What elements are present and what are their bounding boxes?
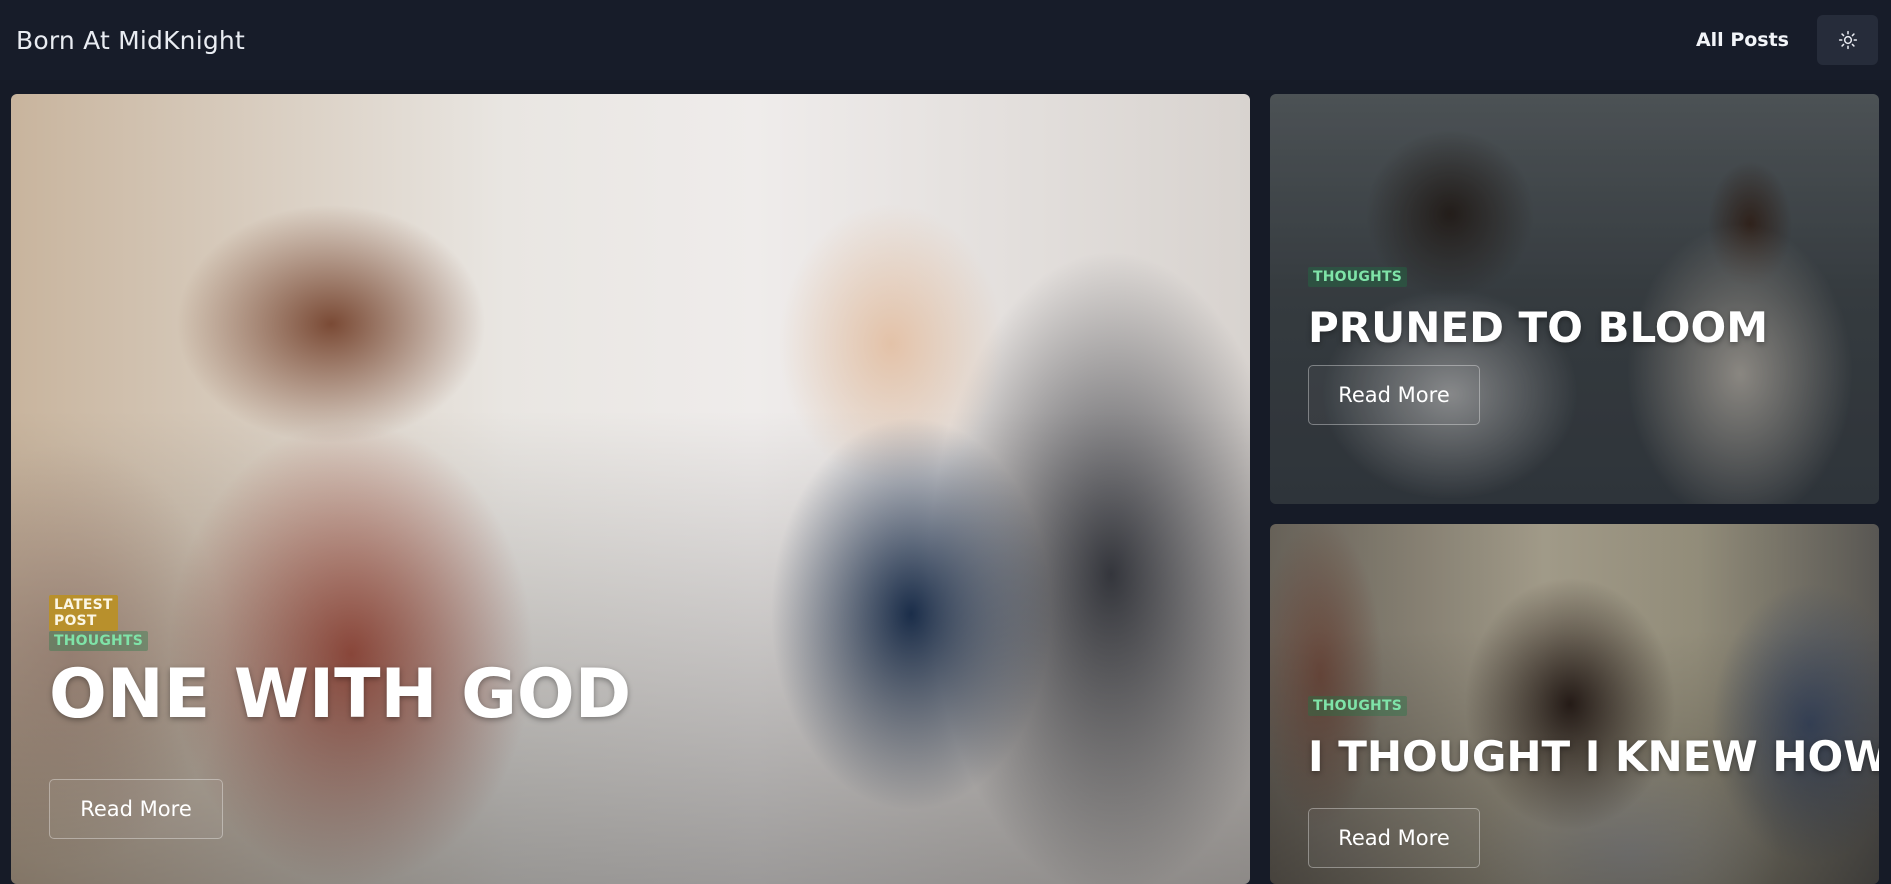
side-post-title[interactable]: PRUNED TO BLOOM bbox=[1308, 303, 1768, 352]
image-overlay bbox=[1270, 94, 1879, 504]
category-badge[interactable]: THOUGHTS bbox=[49, 631, 148, 651]
side-post-card[interactable]: THOUGHTS PRUNED TO BLOOM Read More bbox=[1270, 94, 1879, 504]
nav-right: All Posts bbox=[1696, 15, 1878, 65]
sun-icon bbox=[1838, 30, 1857, 50]
category-badge[interactable]: THOUGHTS bbox=[1308, 267, 1407, 287]
category-badge[interactable]: THOUGHTS bbox=[1308, 696, 1407, 716]
latest-post-badge: LATEST POST bbox=[49, 595, 118, 631]
site-brand[interactable]: Born At MidKnight bbox=[16, 26, 245, 55]
hero-post-title[interactable]: ONE WITH GOD bbox=[49, 655, 631, 734]
read-more-button[interactable]: Read More bbox=[1308, 808, 1480, 868]
read-more-button[interactable]: Read More bbox=[1308, 365, 1480, 425]
side-post-card[interactable]: THOUGHTS I THOUGHT I KNEW HOW Read More bbox=[1270, 524, 1879, 884]
nav-all-posts-link[interactable]: All Posts bbox=[1696, 29, 1789, 51]
image-overlay bbox=[11, 94, 1250, 884]
top-navbar: Born At MidKnight All Posts bbox=[0, 0, 1891, 80]
read-more-button[interactable]: Read More bbox=[49, 779, 223, 839]
theme-toggle-button[interactable] bbox=[1817, 15, 1878, 65]
hero-post-card[interactable]: LATEST POST THOUGHTS ONE WITH GOD Read M… bbox=[11, 94, 1250, 884]
side-post-title[interactable]: I THOUGHT I KNEW HOW bbox=[1308, 732, 1879, 781]
